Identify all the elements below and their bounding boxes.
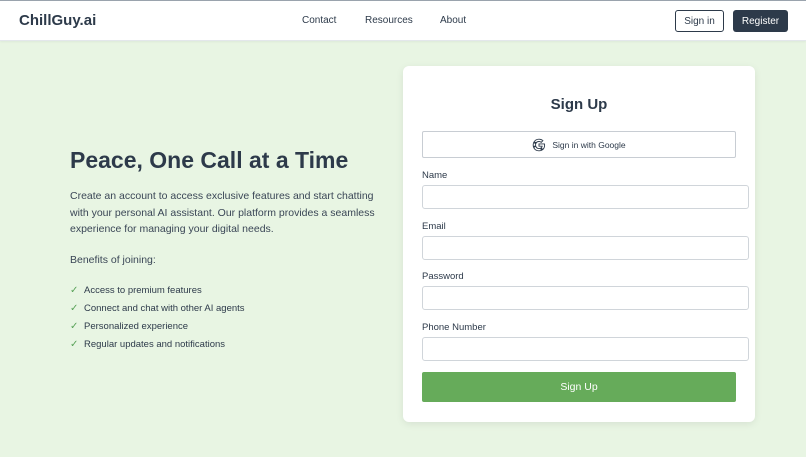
benefit-item: ✓ Access to premium features	[70, 281, 245, 299]
check-icon: ✓	[70, 302, 79, 314]
email-field[interactable]	[422, 236, 749, 260]
google-signin-button[interactable]: Sign in with Google	[422, 131, 736, 158]
top-navbar: ChillGuy.ai Contact Resources About Sign…	[0, 0, 806, 41]
google-signin-label: Sign in with Google	[552, 139, 626, 150]
password-label: Password	[422, 271, 464, 282]
phone-label: Phone Number	[422, 322, 486, 333]
nav-link-about[interactable]: About	[440, 15, 466, 26]
email-label: Email	[422, 221, 446, 232]
name-field[interactable]	[422, 185, 749, 209]
benefit-text: Connect and chat with other AI agents	[84, 302, 245, 314]
signup-title: Sign Up	[550, 96, 608, 113]
benefits-title: Benefits of joining:	[70, 254, 156, 266]
benefit-text: Access to premium features	[84, 284, 202, 296]
benefit-text: Personalized experience	[84, 320, 189, 332]
check-icon: ✓	[70, 320, 79, 332]
hero-title: Peace, One Call at a Time	[70, 147, 349, 173]
logo[interactable]: ChillGuy.ai	[19, 12, 96, 29]
phone-field[interactable]	[422, 337, 749, 361]
check-icon: ✓	[70, 339, 79, 351]
benefit-item: ✓ Regular updates and notifications	[70, 336, 245, 354]
nav-link-contact[interactable]: Contact	[302, 15, 336, 26]
nav-link-resources[interactable]: Resources	[365, 15, 413, 26]
check-icon: ✓	[70, 284, 79, 296]
benefits-list: ✓ Access to premium features ✓ Connect and…	[70, 281, 245, 354]
signup-submit-button[interactable]: Sign Up	[422, 372, 736, 402]
benefit-item: ✓ Personalized experience	[70, 317, 245, 335]
hero-description: Create an account to access exclusive fe…	[70, 190, 375, 235]
register-button[interactable]: Register	[733, 10, 788, 32]
name-label: Name	[422, 170, 448, 181]
google-icon	[532, 138, 546, 152]
benefit-item: ✓ Connect and chat with other AI agents	[70, 299, 245, 317]
password-field[interactable]	[422, 286, 749, 310]
signup-card: Sign Up Sign in with Google Name Email P…	[403, 66, 755, 422]
signin-button[interactable]: Sign in	[675, 10, 724, 32]
benefit-text: Regular updates and notifications	[84, 339, 226, 351]
